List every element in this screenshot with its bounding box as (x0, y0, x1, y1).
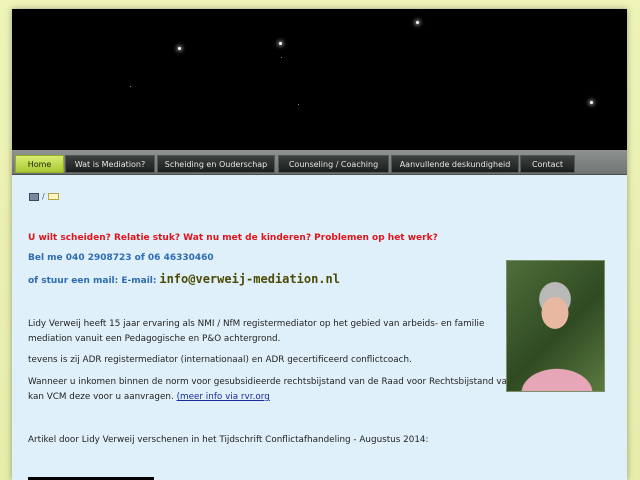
article-line: Artikel door Lidy Verweij verschenen in … (28, 435, 429, 445)
print-icon[interactable] (29, 192, 39, 201)
star-icon (130, 86, 131, 87)
rechtsbijstand-line-2: kan VCM deze voor u aanvragen. (meer inf… (28, 392, 270, 402)
adr-line: tevens is zij ADR registermediator (inte… (28, 355, 412, 365)
star-icon (178, 47, 181, 50)
phone-line: Bel me 040 2908723 of 06 46330460 (28, 253, 214, 263)
portrait-photo (506, 260, 605, 392)
star-icon (590, 101, 593, 104)
main-navigation: Home Wat is Mediation? Scheiding en Oude… (12, 150, 627, 175)
email-line: of stuur een mail: E-mail: info@verweij-… (28, 272, 340, 286)
rechtsbijstand-line-1: Wanneer u inkomen binnen de norm voor ge… (28, 377, 516, 387)
star-icon (279, 42, 282, 45)
intro-line-1: Lidy Verweij heeft 15 jaar ervaring als … (28, 319, 485, 329)
star-icon (298, 104, 299, 105)
nav-counseling-coaching[interactable]: Counseling / Coaching (278, 155, 389, 173)
star-icon (281, 57, 282, 58)
email-link[interactable]: info@verweij-mediation.nl (159, 272, 340, 286)
intro-line-2: mediation vanuit een Pedagogische en P&O… (28, 334, 281, 344)
nav-scheiding-en-ouderschap[interactable]: Scheiding en Ouderschap (157, 155, 275, 173)
nav-wat-is-mediation[interactable]: Wat is Mediation? (65, 155, 155, 173)
nav-contact[interactable]: Contact (520, 155, 575, 173)
nav-home[interactable]: Home (15, 155, 64, 173)
mail-icon[interactable] (47, 193, 59, 200)
rechtsbijstand-text: kan VCM deze voor u aanvragen. (28, 392, 177, 402)
page-tools: / (29, 192, 59, 204)
star-icon (416, 21, 419, 24)
email-prefix: of stuur een mail: E-mail: (28, 276, 157, 286)
rvr-link[interactable]: (meer info via rvr.org (177, 392, 270, 402)
headline: U wilt scheiden? Relatie stuk? Wat nu me… (28, 233, 438, 243)
header-banner (12, 9, 627, 150)
nav-aanvullende-deskundigheid[interactable]: Aanvullende deskundigheid (391, 155, 519, 173)
tools-separator: / (42, 192, 45, 201)
page-frame: Home Wat is Mediation? Scheiding en Oude… (12, 9, 627, 480)
